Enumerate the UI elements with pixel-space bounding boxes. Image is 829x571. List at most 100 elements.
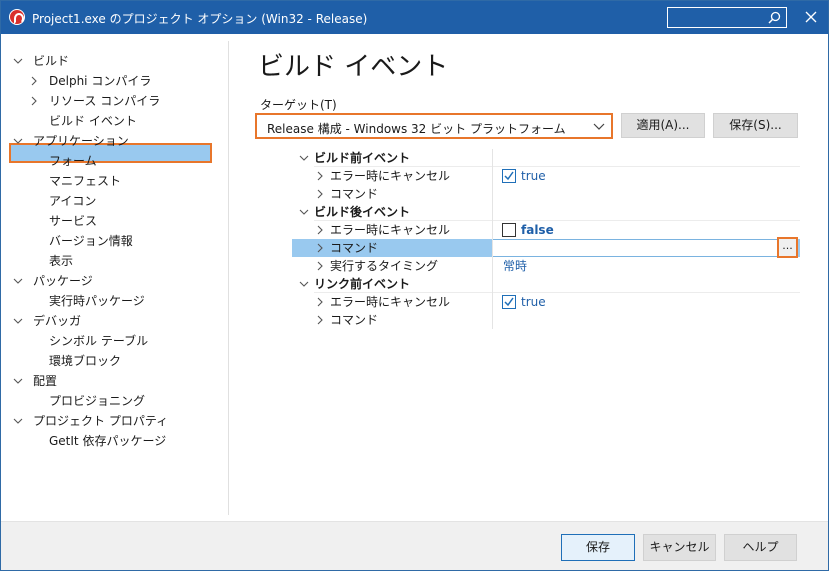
grid-row-value[interactable]: false <box>493 221 779 239</box>
grid-row[interactable]: エラー時にキャンセル false <box>292 221 800 239</box>
tree-item[interactable]: ビルド <box>33 51 69 71</box>
checkmark-icon <box>504 297 514 307</box>
save-as-button[interactable]: 保存(S)... <box>713 113 798 138</box>
grid-row[interactable]: 実行するタイミング 常時 <box>292 257 800 275</box>
tree-expander[interactable] <box>11 311 25 331</box>
tree-expander[interactable] <box>11 411 25 431</box>
grid-row[interactable]: エラー時にキャンセル true <box>292 167 800 185</box>
tree-expander[interactable] <box>11 131 25 151</box>
grid-row[interactable]: コマンド <box>292 185 800 203</box>
tree-item[interactable]: Delphi コンパイラ <box>49 71 151 91</box>
chevron-right-icon <box>317 189 323 199</box>
grid-row-name: コマンド <box>330 187 379 201</box>
group-expander[interactable] <box>298 203 310 221</box>
tree-item[interactable]: サービス <box>49 211 97 231</box>
tree-item[interactable]: 実行時パッケージ <box>49 291 145 311</box>
tree-item[interactable]: シンボル テーブル <box>49 331 148 351</box>
chevron-down-icon <box>13 278 23 284</box>
row-expander[interactable] <box>314 293 326 311</box>
grid-row[interactable]: エラー時にキャンセル true <box>292 293 800 311</box>
tree-item[interactable]: パッケージ <box>33 271 93 291</box>
grid-row-value[interactable]: 常時 <box>493 257 779 275</box>
target-select-value: Release 構成 - Windows 32 ビット プラットフォーム <box>267 122 566 136</box>
grid-group-label[interactable]: リンク前イベント <box>314 275 410 293</box>
tree-item[interactable]: プロジェクト プロパティ <box>33 411 168 431</box>
close-icon[interactable] <box>803 9 819 25</box>
checkmark-icon <box>504 171 514 181</box>
chevron-down-icon <box>593 123 605 130</box>
chevron-down-icon <box>13 378 23 384</box>
tree-item[interactable]: ビルド イベント <box>49 111 137 131</box>
tree-item[interactable]: デバッガ <box>33 311 81 331</box>
grid-row-value[interactable]: true <box>493 167 779 185</box>
tree-item[interactable]: GetIt 依存パッケージ <box>49 431 166 451</box>
options-tree: ビルド Delphi コンパイラ リソース コンパイラ ビルド イベント アプリケーショ… <box>1 34 228 521</box>
row-expander[interactable] <box>314 311 326 329</box>
tree-item[interactable]: 配置 <box>33 371 57 391</box>
cancel-button[interactable]: キャンセル <box>643 534 716 561</box>
tree-item[interactable]: 表示 <box>49 251 73 271</box>
window-title: Project1.exe のプロジェクト オプション (Win32 - Rele… <box>32 12 368 26</box>
tree-expander[interactable] <box>11 271 25 291</box>
group-expander[interactable] <box>298 275 310 293</box>
ellipsis-button[interactable]: ... <box>777 237 798 258</box>
search-input[interactable] <box>667 7 787 28</box>
column-separator[interactable] <box>492 149 493 329</box>
grid-row[interactable]: コマンド <box>292 311 800 329</box>
chevron-down-icon <box>13 58 23 64</box>
project-options-dialog: Project1.exe のプロジェクト オプション (Win32 - Rele… <box>0 0 829 571</box>
grid-group-label[interactable]: ビルド前イベント <box>314 149 410 167</box>
value-text: true <box>521 169 546 183</box>
tree-item[interactable]: マニフェスト <box>49 171 121 191</box>
tree-item[interactable]: アイコン <box>49 191 96 211</box>
grid-row-value[interactable] <box>493 311 779 329</box>
search-icon <box>768 11 781 24</box>
tree-item[interactable]: フォーム <box>49 151 97 171</box>
checkbox[interactable] <box>502 223 516 237</box>
grid-row-name: コマンド <box>330 313 379 327</box>
chevron-down-icon <box>299 155 309 161</box>
chevron-right-icon <box>317 225 323 235</box>
row-expander[interactable] <box>314 239 326 257</box>
row-expander[interactable] <box>314 221 326 239</box>
grid-row-value[interactable] <box>493 185 779 203</box>
checkbox[interactable] <box>502 295 516 309</box>
chevron-right-icon <box>317 261 323 271</box>
tree-item[interactable]: バージョン情報 <box>49 231 133 251</box>
grid-row-name: エラー時にキャンセル <box>330 295 451 309</box>
chevron-down-icon <box>299 281 309 287</box>
value-text: true <box>521 295 546 309</box>
tree-expander[interactable] <box>27 71 41 91</box>
row-expander[interactable] <box>314 167 326 185</box>
help-button[interactable]: ヘルプ <box>724 534 797 561</box>
grid-row[interactable]: コマンド... <box>292 237 800 258</box>
chevron-right-icon <box>317 243 323 253</box>
checkbox[interactable] <box>502 169 516 183</box>
grid-row-name: エラー時にキャンセル <box>330 169 451 183</box>
target-select[interactable]: Release 構成 - Windows 32 ビット プラットフォーム <box>255 113 613 139</box>
chevron-right-icon <box>31 96 37 106</box>
grid-row-value[interactable] <box>493 239 779 257</box>
tree-expander[interactable] <box>27 91 41 111</box>
title-bar: Project1.exe のプロジェクト オプション (Win32 - Rele… <box>1 1 828 34</box>
panel-divider[interactable] <box>228 41 229 515</box>
grid-group-label[interactable]: ビルド後イベント <box>314 203 410 221</box>
chevron-right-icon <box>317 315 323 325</box>
chevron-right-icon <box>31 76 37 86</box>
tree-item[interactable]: 環境ブロック <box>49 351 121 371</box>
page-title: ビルド イベント <box>258 52 449 82</box>
group-expander[interactable] <box>298 149 310 167</box>
chevron-down-icon <box>299 209 309 215</box>
tree-item[interactable]: リソース コンパイラ <box>49 91 160 111</box>
row-expander[interactable] <box>314 185 326 203</box>
value-text: 常時 <box>503 259 528 273</box>
apply-button[interactable]: 適用(A)... <box>621 113 705 138</box>
row-expander[interactable] <box>314 257 326 275</box>
tree-item[interactable]: アプリケーション <box>33 131 129 151</box>
dialog-button-bar: 保存 キャンセル ヘルプ <box>1 521 828 570</box>
save-button[interactable]: 保存 <box>561 534 635 561</box>
tree-item[interactable]: プロビジョニング <box>49 391 145 411</box>
tree-expander[interactable] <box>11 51 25 71</box>
grid-row-value[interactable]: true <box>493 293 779 311</box>
tree-expander[interactable] <box>11 371 25 391</box>
